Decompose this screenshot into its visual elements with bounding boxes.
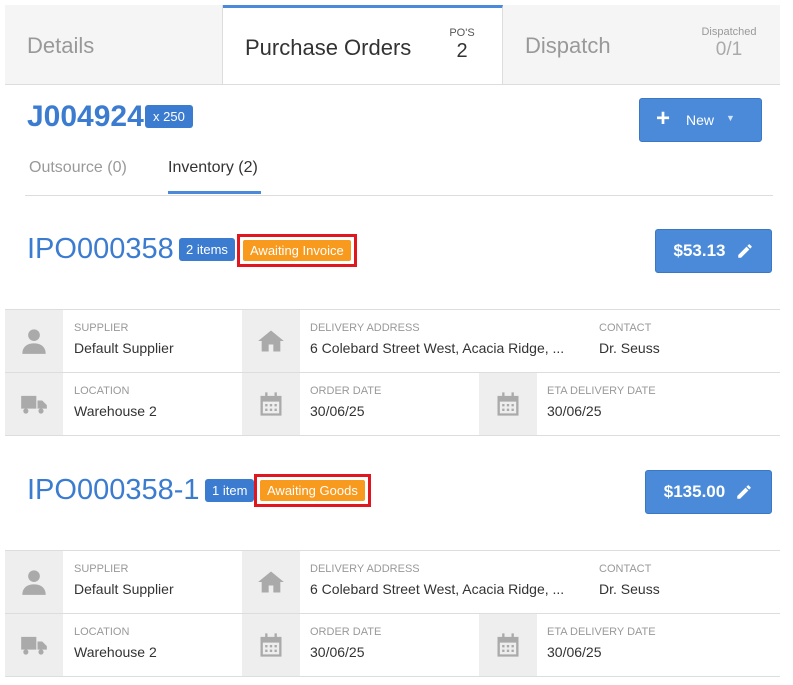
- po-number-link[interactable]: IPO000358-1: [27, 474, 200, 507]
- eta-delivery-date-field: ETA DELIVERY DATE 30/06/25: [547, 626, 656, 660]
- job-number: J004924: [27, 100, 144, 133]
- order-date-value: 30/06/25: [310, 403, 365, 419]
- tab-details[interactable]: Details: [5, 5, 223, 84]
- caret-down-icon: ▼: [726, 113, 735, 123]
- pencil-icon: [737, 244, 752, 258]
- top-tabs: Details Purchase Orders PO'S 2 Dispatch …: [5, 5, 780, 85]
- po-count-value: 2: [456, 40, 468, 62]
- dispatched-count-label: Dispatched: [701, 26, 757, 38]
- supplier-label: SUPPLIER: [74, 563, 129, 575]
- po-count-label: PO'S: [449, 27, 475, 39]
- eta-delivery-date-field: ETA DELIVERY DATE 30/06/25: [547, 385, 656, 419]
- delivery-address-value: 6 Colebard Street West, Acacia Ridge, ..…: [310, 581, 565, 597]
- edit-total-button[interactable]: $135.00: [645, 470, 772, 514]
- order-date-field: ORDER DATE 30/06/25: [310, 385, 381, 419]
- info-row: LOCATION Warehouse 2 ORDER DATE 30/06/25…: [5, 373, 780, 436]
- new-button-label: New: [686, 112, 715, 128]
- order-date-value: 30/06/25: [310, 644, 365, 660]
- delivery-address-label: DELIVERY ADDRESS: [310, 322, 420, 334]
- status-badge: Awaiting Goods: [260, 480, 365, 501]
- po-total: $135.00: [663, 482, 726, 501]
- user-icon: [5, 551, 63, 613]
- active-tab-underline: [168, 191, 261, 194]
- contact-label: CONTACT: [599, 322, 652, 334]
- eta-delivery-date-value: 30/06/25: [547, 644, 602, 660]
- quantity-badge: x 250: [145, 105, 193, 128]
- delivery-address-value: 6 Colebard Street West, Acacia Ridge, ..…: [310, 340, 565, 356]
- dispatched-count: Dispatched 0/1: [694, 26, 764, 61]
- contact-field: CONTACT Dr. Seuss: [599, 563, 660, 597]
- supplier-value: Default Supplier: [74, 340, 174, 356]
- delivery-address-label: DELIVERY ADDRESS: [310, 563, 420, 575]
- edit-total-button[interactable]: $53.13: [655, 229, 772, 273]
- delivery-address-field: DELIVERY ADDRESS 6 Colebard Street West,…: [310, 563, 564, 597]
- po-details-grid: SUPPLIER Default Supplier DELIVERY ADDRE…: [5, 550, 780, 677]
- eta-delivery-date-label: ETA DELIVERY DATE: [547, 385, 656, 397]
- plus-icon: +: [656, 105, 671, 132]
- sub-tabs: Outsource (0) Inventory (2): [25, 145, 773, 196]
- po-count: PO'S 2: [442, 27, 482, 63]
- supplier-field: SUPPLIER Default Supplier: [74, 563, 174, 597]
- location-label: LOCATION: [74, 626, 130, 638]
- location-value: Warehouse 2: [74, 403, 157, 419]
- location-field: LOCATION Warehouse 2: [74, 385, 157, 419]
- tab-details-label: Details: [27, 33, 95, 58]
- supplier-label: SUPPLIER: [74, 322, 129, 334]
- supplier-field: SUPPLIER Default Supplier: [74, 322, 174, 356]
- eta-delivery-date-value: 30/06/25: [547, 403, 602, 419]
- page: Details Purchase Orders PO'S 2 Dispatch …: [5, 5, 780, 685]
- po-total: $53.13: [673, 241, 726, 260]
- tab-dispatch[interactable]: Dispatch Dispatched 0/1: [503, 5, 780, 84]
- order-date-label: ORDER DATE: [310, 626, 382, 638]
- calendar-icon: [479, 373, 537, 435]
- po-details-grid: SUPPLIER Default Supplier DELIVERY ADDRE…: [5, 309, 780, 436]
- info-row: SUPPLIER Default Supplier DELIVERY ADDRE…: [5, 551, 780, 614]
- calendar-icon: [479, 614, 537, 676]
- tab-purchase-orders[interactable]: Purchase Orders PO'S 2: [223, 5, 503, 84]
- status-highlight: Awaiting Goods: [254, 474, 371, 507]
- truck-icon: [5, 614, 63, 676]
- pencil-icon: [737, 485, 751, 499]
- contact-value: Dr. Seuss: [599, 581, 660, 597]
- location-value: Warehouse 2: [74, 644, 157, 660]
- home-icon: [242, 310, 300, 372]
- order-date-label: ORDER DATE: [310, 385, 382, 397]
- tab-outsource[interactable]: Outsource (0): [29, 159, 127, 177]
- order-date-field: ORDER DATE 30/06/25: [310, 626, 381, 660]
- items-badge: 2 items: [179, 238, 235, 261]
- home-icon: [242, 551, 300, 613]
- status-highlight: Awaiting Invoice: [237, 234, 357, 267]
- truck-icon: [5, 373, 63, 435]
- tab-dispatch-label: Dispatch: [525, 33, 611, 58]
- supplier-value: Default Supplier: [74, 581, 174, 597]
- new-button[interactable]: + New ▼: [639, 98, 762, 142]
- contact-label: CONTACT: [599, 563, 652, 575]
- items-badge: 1 item: [205, 479, 255, 502]
- contact-field: CONTACT Dr. Seuss: [599, 322, 660, 356]
- calendar-icon: [242, 373, 300, 435]
- info-row: SUPPLIER Default Supplier DELIVERY ADDRE…: [5, 310, 780, 373]
- contact-value: Dr. Seuss: [599, 340, 660, 356]
- po-number-link[interactable]: IPO000358: [27, 233, 174, 266]
- user-icon: [5, 310, 63, 372]
- status-badge: Awaiting Invoice: [243, 240, 351, 261]
- location-field: LOCATION Warehouse 2: [74, 626, 157, 660]
- tab-purchase-orders-label: Purchase Orders: [245, 35, 412, 60]
- location-label: LOCATION: [74, 385, 130, 397]
- dispatched-count-value: 0/1: [715, 39, 743, 60]
- tab-inventory[interactable]: Inventory (2): [168, 159, 258, 177]
- delivery-address-field: DELIVERY ADDRESS 6 Colebard Street West,…: [310, 322, 564, 356]
- calendar-icon: [242, 614, 300, 676]
- info-row: LOCATION Warehouse 2 ORDER DATE 30/06/25…: [5, 614, 780, 677]
- eta-delivery-date-label: ETA DELIVERY DATE: [547, 626, 656, 638]
